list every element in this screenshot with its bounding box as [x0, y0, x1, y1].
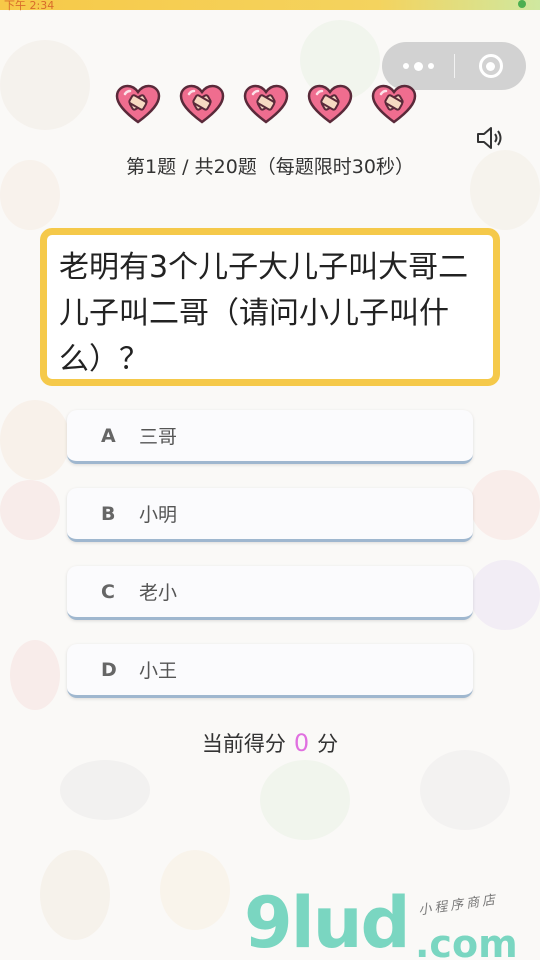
watermark-note: 小程序商店: [417, 892, 499, 919]
bandaged-heart-icon: [371, 84, 417, 124]
score-unit: 分: [317, 732, 339, 756]
bandaged-heart-icon: [115, 84, 161, 124]
option-text: 三哥: [139, 426, 178, 448]
score-value: 0: [293, 729, 310, 757]
bandaged-heart-icon: [243, 84, 289, 124]
answer-option-c[interactable]: C 老小: [67, 566, 473, 620]
question-card: 老明有3个儿子大儿子叫大哥二儿子叫二哥（请问小儿子叫什么）？: [40, 228, 500, 386]
score-label: 当前得分: [201, 732, 286, 756]
option-text: 小明: [139, 504, 178, 526]
more-dots-icon[interactable]: [382, 42, 454, 90]
status-bar-text: 下午 2:34: [4, 0, 55, 12]
answer-option-b[interactable]: B 小明: [67, 488, 473, 542]
site-watermark: 9lud 小程序商店 .com: [240, 880, 540, 960]
option-text: 小王: [139, 660, 178, 682]
answer-option-a[interactable]: A 三哥: [67, 410, 473, 464]
question-text: 老明有3个儿子大儿子叫大哥二儿子叫二哥（请问小儿子叫什么）？: [59, 250, 469, 377]
current-score: 当前得分 0 分: [0, 728, 540, 758]
bandaged-heart-icon: [307, 84, 353, 124]
option-letter: D: [101, 658, 117, 681]
miniprogram-capsule: [382, 42, 526, 90]
lives-hearts: [115, 84, 417, 124]
answer-option-d[interactable]: D 小王: [67, 644, 473, 698]
watermark-logo: 9lud: [244, 882, 411, 960]
answer-options: A 三哥 B 小明 C 老小 D 小王: [67, 410, 473, 722]
speaker-icon[interactable]: [474, 122, 506, 154]
option-letter: B: [101, 502, 116, 525]
option-letter: A: [101, 424, 116, 447]
question-progress: 第1题 / 共20题（每题限时30秒）: [126, 156, 414, 178]
watermark-domain: .com: [415, 922, 518, 960]
close-circle-icon[interactable]: [455, 42, 526, 90]
bandaged-heart-icon: [179, 84, 225, 124]
option-letter: C: [101, 580, 115, 603]
status-bar: 下午 2:34: [0, 0, 540, 12]
status-indicator: [518, 0, 526, 8]
option-text: 老小: [139, 582, 178, 604]
